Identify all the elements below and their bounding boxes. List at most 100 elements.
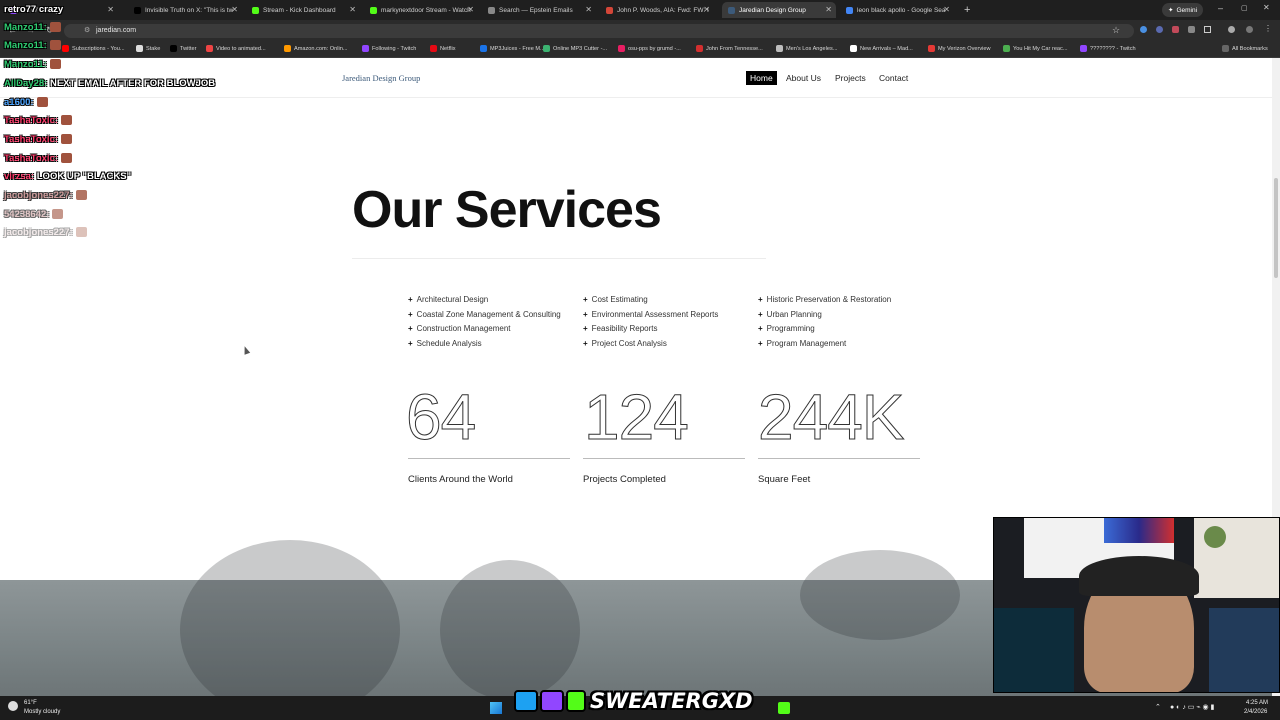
nav-contact[interactable]: Contact (879, 73, 908, 83)
avatar[interactable] (1246, 26, 1253, 33)
bookmark-item[interactable]: osu-pps by grumd -... (618, 45, 681, 52)
service-item: + Urban Planning (758, 310, 822, 319)
bookmark-item[interactable]: MP3Juices - Free M... (480, 45, 545, 52)
bookmark-favicon-icon (136, 45, 143, 52)
bookmark-item[interactable]: Following - Twitch (362, 45, 416, 52)
close-tab-icon[interactable]: ✕ (585, 5, 592, 14)
service-item: + Programming (758, 324, 815, 333)
chat-text: NEXT EMAIL AFTER FOR BLOWJOB (49, 78, 216, 89)
chat-username: Manzo11: (4, 40, 47, 51)
plus-icon: + (408, 339, 413, 348)
chat-message: Manzo11: (4, 59, 61, 70)
maximize-icon[interactable]: ▢ (1241, 4, 1248, 12)
bookmark-item[interactable]: Men's Los Angeles... (776, 45, 837, 52)
tab[interactable]: leon black apollo - Google Sea ✕ (840, 2, 954, 18)
shield-icon[interactable] (1172, 26, 1179, 33)
chat-username: TashaToxic: (4, 153, 59, 164)
bookmark-item[interactable]: Amazon.com: Onlin... (284, 45, 347, 52)
sidepanel-icon[interactable] (1204, 26, 1211, 33)
all-bookmarks-button[interactable]: All Bookmarks (1222, 45, 1268, 52)
bookmark-favicon-icon (850, 45, 857, 52)
divider (408, 458, 570, 459)
close-tab-icon[interactable]: ✕ (349, 5, 356, 14)
tab-favicon-icon (370, 6, 377, 14)
chat-message: Manzo11: (4, 40, 61, 51)
chat-text: LOOK UP "BLACKS" (36, 171, 132, 182)
nav-home[interactable]: Home (746, 71, 777, 85)
emote-icon (49, 59, 61, 70)
chat-username: Manzo11: (4, 59, 47, 70)
nav-about-us[interactable]: About Us (786, 73, 821, 83)
extension-icon[interactable] (1140, 26, 1147, 33)
clock-date[interactable]: 2/4/2026 (1244, 709, 1267, 715)
nav-projects[interactable]: Projects (835, 73, 866, 83)
windows-start-icon[interactable] (490, 702, 502, 714)
stat-number: 244K (757, 381, 904, 454)
address-bar-row: ← → ↻ ⚙ jaredian.com ☆ ⋮ (0, 20, 1280, 41)
bookmark-favicon-icon (543, 45, 550, 52)
tab[interactable]: Stream - Kick Dashboard ✕ (246, 2, 360, 18)
bookmark-favicon-icon (362, 45, 369, 52)
service-item: + Program Management (758, 339, 847, 348)
bookmark-favicon-icon (62, 45, 69, 52)
close-window-icon[interactable]: ✕ (1263, 3, 1270, 12)
bookmark-item[interactable]: ???????? - Twitch (1080, 45, 1136, 52)
new-tab-icon[interactable]: + (964, 4, 970, 16)
chat-username: 54238642: (4, 209, 50, 220)
close-tab-icon[interactable]: ✕ (703, 5, 710, 14)
clock-time[interactable]: 4:25 AM (1246, 700, 1268, 706)
bookmark-favicon-icon (170, 45, 177, 52)
bookmark-item[interactable]: John From Tennesse... (696, 45, 763, 52)
sparkle-icon: ✦ (1168, 7, 1174, 14)
url-field[interactable]: ⚙ jaredian.com ☆ (64, 24, 1134, 38)
bookmark-item[interactable]: You Hit My Car reac... (1003, 45, 1068, 52)
tab[interactable]: Invisible Truth on X: "This is tw ✕ (128, 2, 242, 18)
chat-username: virzsa: (4, 171, 35, 182)
bookmark-item[interactable]: Netflix (430, 45, 456, 52)
tab[interactable]: Jaredian Design Group ✕ (722, 2, 836, 18)
puzzle-icon[interactable] (1188, 26, 1195, 33)
chevron-up-icon[interactable]: ⌃ (1155, 703, 1161, 711)
bookmark-item[interactable]: Video to animated... (206, 45, 266, 52)
chat-username: jacobjones227: (4, 190, 73, 201)
kick-app-icon[interactable] (778, 702, 790, 714)
extension-icon[interactable] (1156, 26, 1163, 33)
close-tab-icon[interactable]: ✕ (943, 5, 950, 14)
bookmark-item[interactable]: Stake (136, 45, 160, 52)
weather-temp[interactable]: 61°F (24, 700, 37, 706)
close-tab-icon[interactable]: ✕ (467, 5, 474, 14)
bookmark-item[interactable]: My Verizon Overview (928, 45, 991, 52)
plus-icon: + (408, 295, 413, 304)
bookmark-item[interactable]: Subscriptions - You... (62, 45, 125, 52)
close-tab-icon[interactable]: ✕ (825, 5, 832, 14)
emote-icon (75, 227, 87, 238)
chat-message: jacobjones227: (4, 190, 87, 201)
scrollbar-thumb[interactable] (1274, 178, 1278, 278)
url-text: jaredian.com (96, 27, 137, 34)
star-icon[interactable]: ☆ (1112, 25, 1120, 36)
bookmark-item[interactable]: New Arrivals – Mad... (850, 45, 913, 52)
service-item: + Architectural Design (408, 295, 489, 304)
menu-icon[interactable]: ⋮ (1264, 24, 1272, 33)
service-item: + Coastal Zone Management & Consulting (408, 310, 561, 319)
site-info-icon[interactable]: ⚙ (84, 26, 90, 34)
bookmark-favicon-icon (480, 45, 487, 52)
bookmark-item[interactable]: Online MP3 Cutter -... (543, 45, 607, 52)
chat-message: Manzo11: (4, 22, 61, 33)
minimize-icon[interactable]: – (1218, 3, 1223, 13)
close-tab-icon[interactable]: ✕ (231, 5, 238, 14)
bookmark-item[interactable]: Twitter (170, 45, 196, 52)
tray-icons[interactable]: ● ◐ ♪ ▭ ⌁ ◉ ▮ (1170, 703, 1214, 711)
gemini-button[interactable]: ✦ Gemini (1162, 3, 1204, 17)
tab[interactable]: Search — Epstein Emails ✕ (482, 2, 596, 18)
twitch-icon (540, 690, 564, 712)
weather-desc[interactable]: Mostly cloudy (24, 709, 60, 715)
site-logo[interactable]: Jaredian Design Group (342, 73, 420, 83)
download-icon[interactable] (1228, 26, 1235, 33)
tab[interactable]: markynextdoor Stream - Watch ✕ (364, 2, 478, 18)
chat-message: a1600: (4, 97, 48, 108)
tab[interactable]: John P. Woods, AIA: Fwd: FW: I ✕ (600, 2, 714, 18)
chat-message: retro77 crazy (4, 4, 63, 15)
close-tab-icon[interactable]: ✕ (107, 5, 114, 14)
emote-icon (61, 153, 73, 164)
